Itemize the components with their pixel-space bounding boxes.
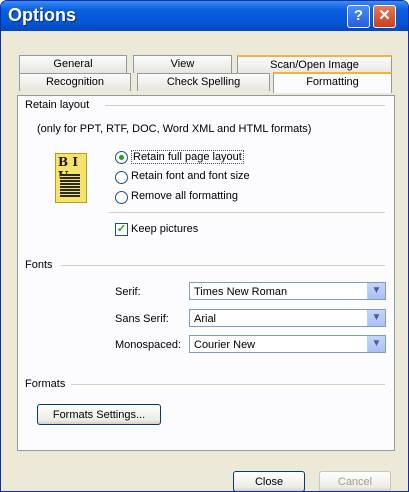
chevron-down-icon[interactable]: ▼	[367, 283, 385, 299]
window-title: Options	[8, 5, 76, 25]
pictures-divider	[109, 212, 385, 213]
monospaced-value: Courier New	[194, 339, 256, 351]
radio-remove-formatting[interactable]	[115, 191, 128, 204]
keep-pictures-checkbox[interactable]: ✓	[115, 223, 128, 236]
monospaced-select[interactable]: Courier New ▼	[189, 335, 386, 353]
monospaced-label: Monospaced:	[115, 339, 182, 351]
radio-retain-full-layout-label[interactable]: Retain full page layout	[131, 150, 244, 164]
keep-pictures-label[interactable]: Keep pictures	[131, 223, 198, 235]
tab-general[interactable]: General	[19, 55, 127, 73]
retain-layout-note: (only for PPT, RTF, DOC, Word XML and HT…	[37, 123, 312, 135]
help-button[interactable]: ?	[347, 5, 370, 28]
tab-formatting[interactable]: Formatting	[273, 72, 392, 93]
options-dialog: Options ? ✕ General View Scan/Open Image…	[0, 0, 409, 492]
formatting-page	[17, 95, 395, 451]
sans-serif-select[interactable]: Arial ▼	[189, 309, 386, 327]
fonts-heading: Fonts	[25, 259, 53, 271]
chevron-down-icon[interactable]: ▼	[367, 310, 385, 326]
retain-layout-divider	[105, 105, 385, 106]
serif-select[interactable]: Times New Roman ▼	[189, 282, 386, 300]
close-button[interactable]: Close	[233, 471, 305, 491]
cancel-button[interactable]: Cancel	[319, 471, 391, 491]
formats-heading: Formats	[25, 378, 66, 390]
sans-serif-label: Sans Serif:	[115, 313, 169, 325]
radio-retain-font-size-label[interactable]: Retain font and font size	[131, 170, 250, 182]
fonts-divider	[61, 265, 385, 266]
radio-retain-full-layout[interactable]	[115, 151, 128, 164]
retain-layout-heading: Retain layout	[25, 99, 90, 111]
formats-settings-button[interactable]: Formats Settings...	[37, 404, 161, 425]
serif-label: Serif:	[115, 286, 141, 298]
close-window-button[interactable]: ✕	[373, 5, 396, 28]
tab-recognition[interactable]: Recognition	[19, 73, 131, 91]
radio-remove-formatting-label[interactable]: Remove all formatting	[131, 190, 238, 202]
tab-view[interactable]: View	[133, 55, 232, 73]
text-lines-glyph	[60, 174, 80, 198]
radio-retain-font-size[interactable]	[115, 171, 128, 184]
formatting-icon: B I U	[55, 153, 87, 203]
tab-check-spelling[interactable]: Check Spelling	[137, 73, 270, 91]
title-bar[interactable]: Options ? ✕	[1, 1, 408, 31]
formats-divider	[71, 384, 385, 385]
chevron-down-icon[interactable]: ▼	[367, 336, 385, 352]
sans-serif-value: Arial	[194, 313, 217, 325]
serif-value: Times New Roman	[194, 286, 288, 298]
